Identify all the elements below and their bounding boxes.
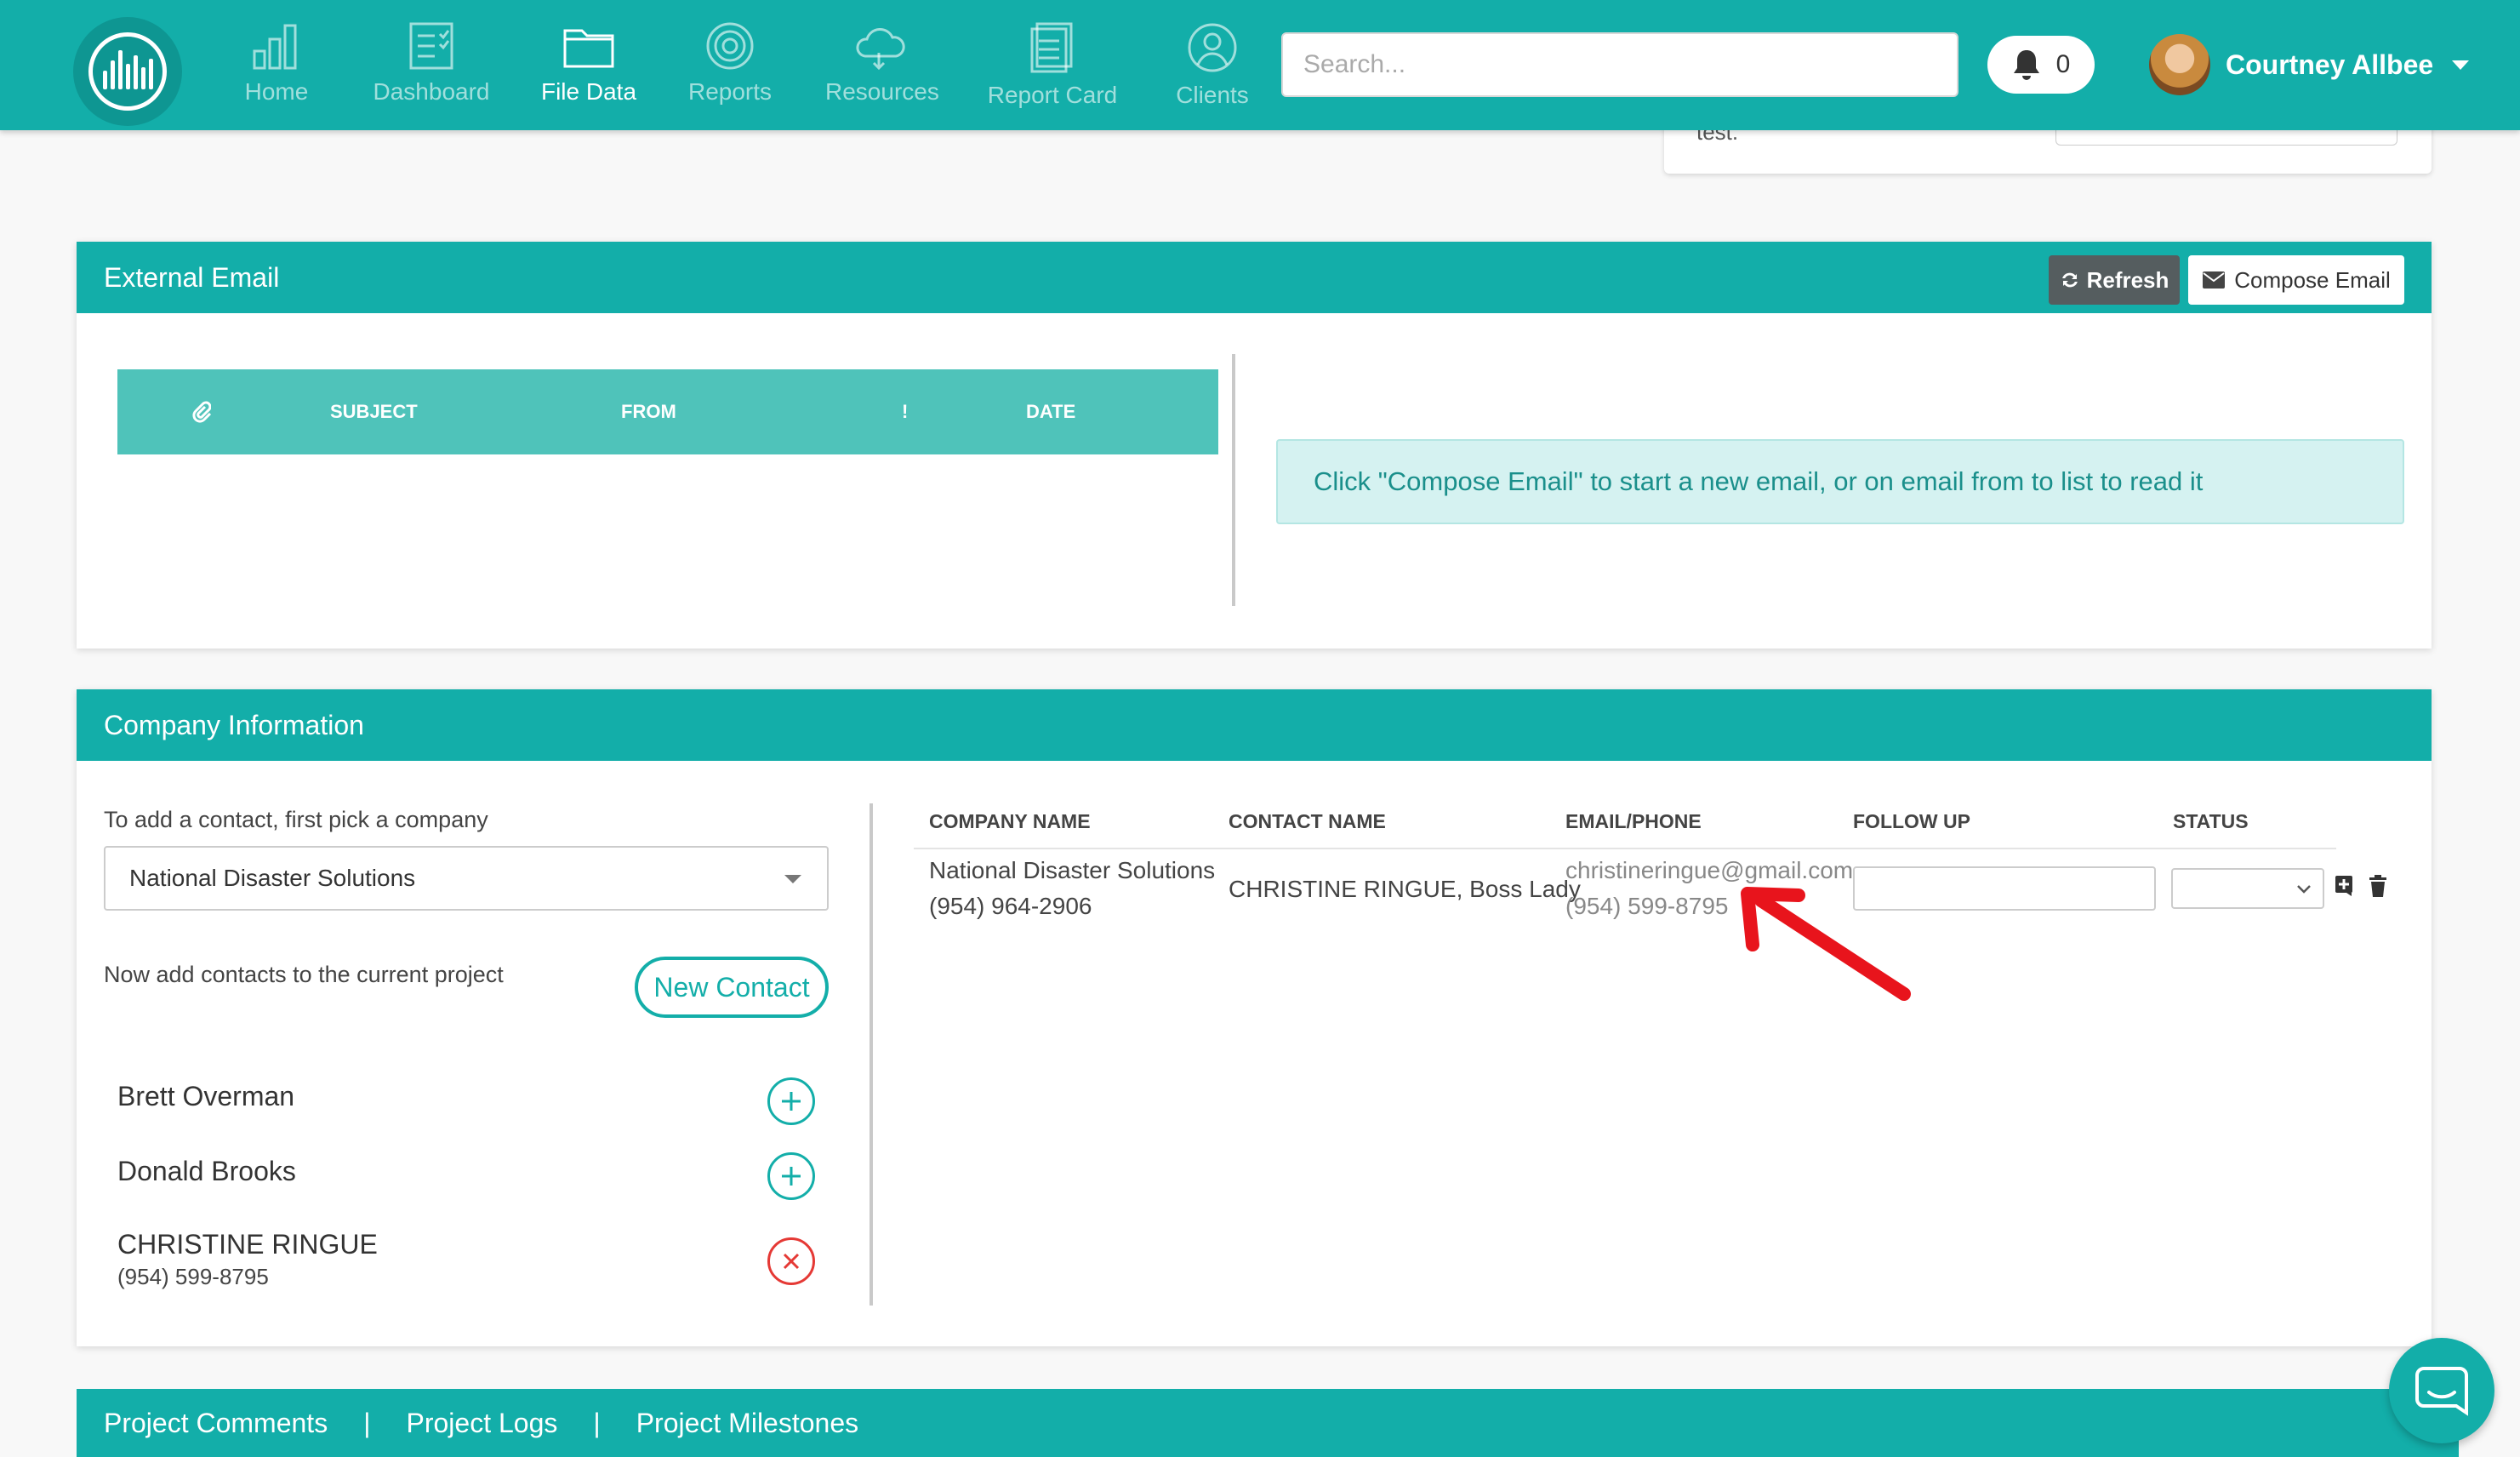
column-status: STATUS bbox=[2173, 810, 2249, 832]
notification-count: 0 bbox=[2055, 50, 2071, 78]
user-name: Courtney Allbee bbox=[2226, 49, 2434, 80]
target-icon bbox=[706, 22, 754, 70]
annotation-arrow-icon bbox=[1741, 887, 1911, 1001]
trash-icon[interactable] bbox=[2369, 875, 2387, 897]
contact-phone: (954) 599-8795 bbox=[117, 1264, 269, 1289]
avatar bbox=[2149, 34, 2210, 95]
top-navbar: Home Dashboard File Data Reports Resourc… bbox=[0, 0, 2520, 130]
new-contact-button[interactable]: New Contact bbox=[635, 957, 829, 1018]
contact-name: Brett Overman bbox=[117, 1081, 295, 1111]
chat-icon bbox=[2415, 1367, 2468, 1416]
email-table-header: SUBJECT FROM ! DATE bbox=[117, 369, 1218, 454]
bar-chart-icon bbox=[253, 24, 297, 70]
column-follow-up: FOLLOW UP bbox=[1853, 810, 1970, 832]
cloud-icon bbox=[856, 28, 905, 70]
user-menu[interactable]: Courtney Allbee bbox=[2149, 31, 2470, 99]
company-name: National Disaster Solutions bbox=[929, 857, 1216, 883]
nav-reports[interactable]: Reports bbox=[687, 22, 773, 124]
search-input[interactable] bbox=[1281, 32, 1958, 97]
tab-project-logs[interactable]: Project Logs bbox=[407, 1408, 558, 1439]
compose-info-alert: Click "Compose Email" to start a new ema… bbox=[1276, 439, 2404, 524]
contact-item: Brett Overman bbox=[117, 1081, 294, 1112]
plus-icon bbox=[782, 1092, 801, 1111]
company-information-header: Company Information bbox=[77, 689, 2432, 761]
column-contact-name: CONTACT NAME bbox=[1229, 810, 1386, 832]
tab-project-milestones[interactable]: Project Milestones bbox=[636, 1408, 858, 1439]
checklist-icon bbox=[409, 22, 453, 70]
pick-company-label: To add a contact, first pick a company bbox=[104, 807, 488, 832]
column-subject[interactable]: SUBJECT bbox=[330, 401, 418, 423]
caret-down-icon bbox=[784, 875, 801, 883]
chevron-down-icon bbox=[2295, 878, 2312, 900]
plus-icon bbox=[782, 1167, 801, 1186]
nav-report-card[interactable]: Report Card bbox=[987, 22, 1118, 124]
refresh-button[interactable]: Refresh bbox=[2049, 255, 2180, 305]
nav-file-data[interactable]: File Data bbox=[539, 22, 638, 124]
row-actions bbox=[2335, 875, 2387, 897]
contact-item: Donald Brooks bbox=[117, 1156, 296, 1187]
nav-resources[interactable]: Resources bbox=[825, 22, 939, 124]
external-email-card: External Email Refresh Compose Email SUB… bbox=[77, 242, 2432, 649]
table-header-rule bbox=[914, 848, 2336, 849]
company-divider bbox=[869, 803, 873, 1306]
company-information-title: Company Information bbox=[104, 709, 364, 740]
table-row-company: National Disaster Solutions (954) 964-29… bbox=[929, 853, 1215, 924]
bell-icon bbox=[2013, 50, 2039, 80]
contact-name: Donald Brooks bbox=[117, 1156, 296, 1186]
logo-bars-icon bbox=[88, 32, 167, 111]
column-importance[interactable]: ! bbox=[902, 401, 908, 423]
email-divider bbox=[1232, 354, 1235, 606]
column-from[interactable]: FROM bbox=[621, 401, 676, 423]
add-note-icon[interactable] bbox=[2335, 875, 2357, 897]
external-email-title: External Email bbox=[104, 261, 280, 293]
tab-separator: | bbox=[363, 1407, 371, 1438]
compose-email-button[interactable]: Compose Email bbox=[2188, 255, 2404, 305]
column-email-phone: EMAIL/PHONE bbox=[1565, 810, 1702, 832]
remove-contact-button[interactable] bbox=[767, 1237, 815, 1285]
close-icon bbox=[783, 1253, 800, 1270]
external-email-header: External Email Refresh Compose Email bbox=[77, 242, 2432, 313]
contact-item: CHRISTINE RINGUE (954) 599-8795 bbox=[117, 1229, 378, 1290]
contact-name: CHRISTINE RINGUE bbox=[117, 1229, 378, 1260]
status-select[interactable] bbox=[2171, 868, 2324, 909]
contact-name-cell: CHRISTINE RINGUE, Boss Lady bbox=[1229, 876, 1581, 902]
project-tabs-bar: Project Comments | Project Logs | Projec… bbox=[77, 1389, 2459, 1457]
add-contact-button[interactable] bbox=[767, 1077, 815, 1125]
tab-project-comments[interactable]: Project Comments bbox=[104, 1408, 328, 1439]
folder-icon bbox=[563, 29, 614, 68]
company-information-card: Company Information To add a contact, fi… bbox=[77, 689, 2432, 1346]
envelope-icon bbox=[2203, 271, 2226, 289]
chevron-down-icon bbox=[2452, 60, 2470, 70]
column-date[interactable]: DATE bbox=[1026, 401, 1075, 423]
document-icon bbox=[1030, 22, 1073, 73]
add-contacts-label: Now add contacts to the current project bbox=[104, 962, 504, 987]
add-contact-button[interactable] bbox=[767, 1152, 815, 1200]
nav-home[interactable]: Home bbox=[238, 22, 315, 124]
notifications-button[interactable]: 0 bbox=[1987, 36, 2095, 94]
user-circle-icon bbox=[1188, 23, 1237, 72]
nav-dashboard[interactable]: Dashboard bbox=[369, 22, 493, 124]
refresh-icon bbox=[2061, 272, 2078, 288]
tab-separator: | bbox=[593, 1407, 601, 1438]
chat-widget-button[interactable] bbox=[2389, 1338, 2494, 1443]
nav-clients[interactable]: Clients bbox=[1174, 22, 1251, 124]
app-logo[interactable] bbox=[73, 17, 182, 126]
company-select[interactable]: National Disaster Solutions bbox=[104, 846, 829, 911]
paperclip-icon bbox=[192, 401, 212, 428]
company-phone: (954) 964-2906 bbox=[929, 893, 1092, 919]
column-company-name: COMPANY NAME bbox=[929, 810, 1091, 832]
